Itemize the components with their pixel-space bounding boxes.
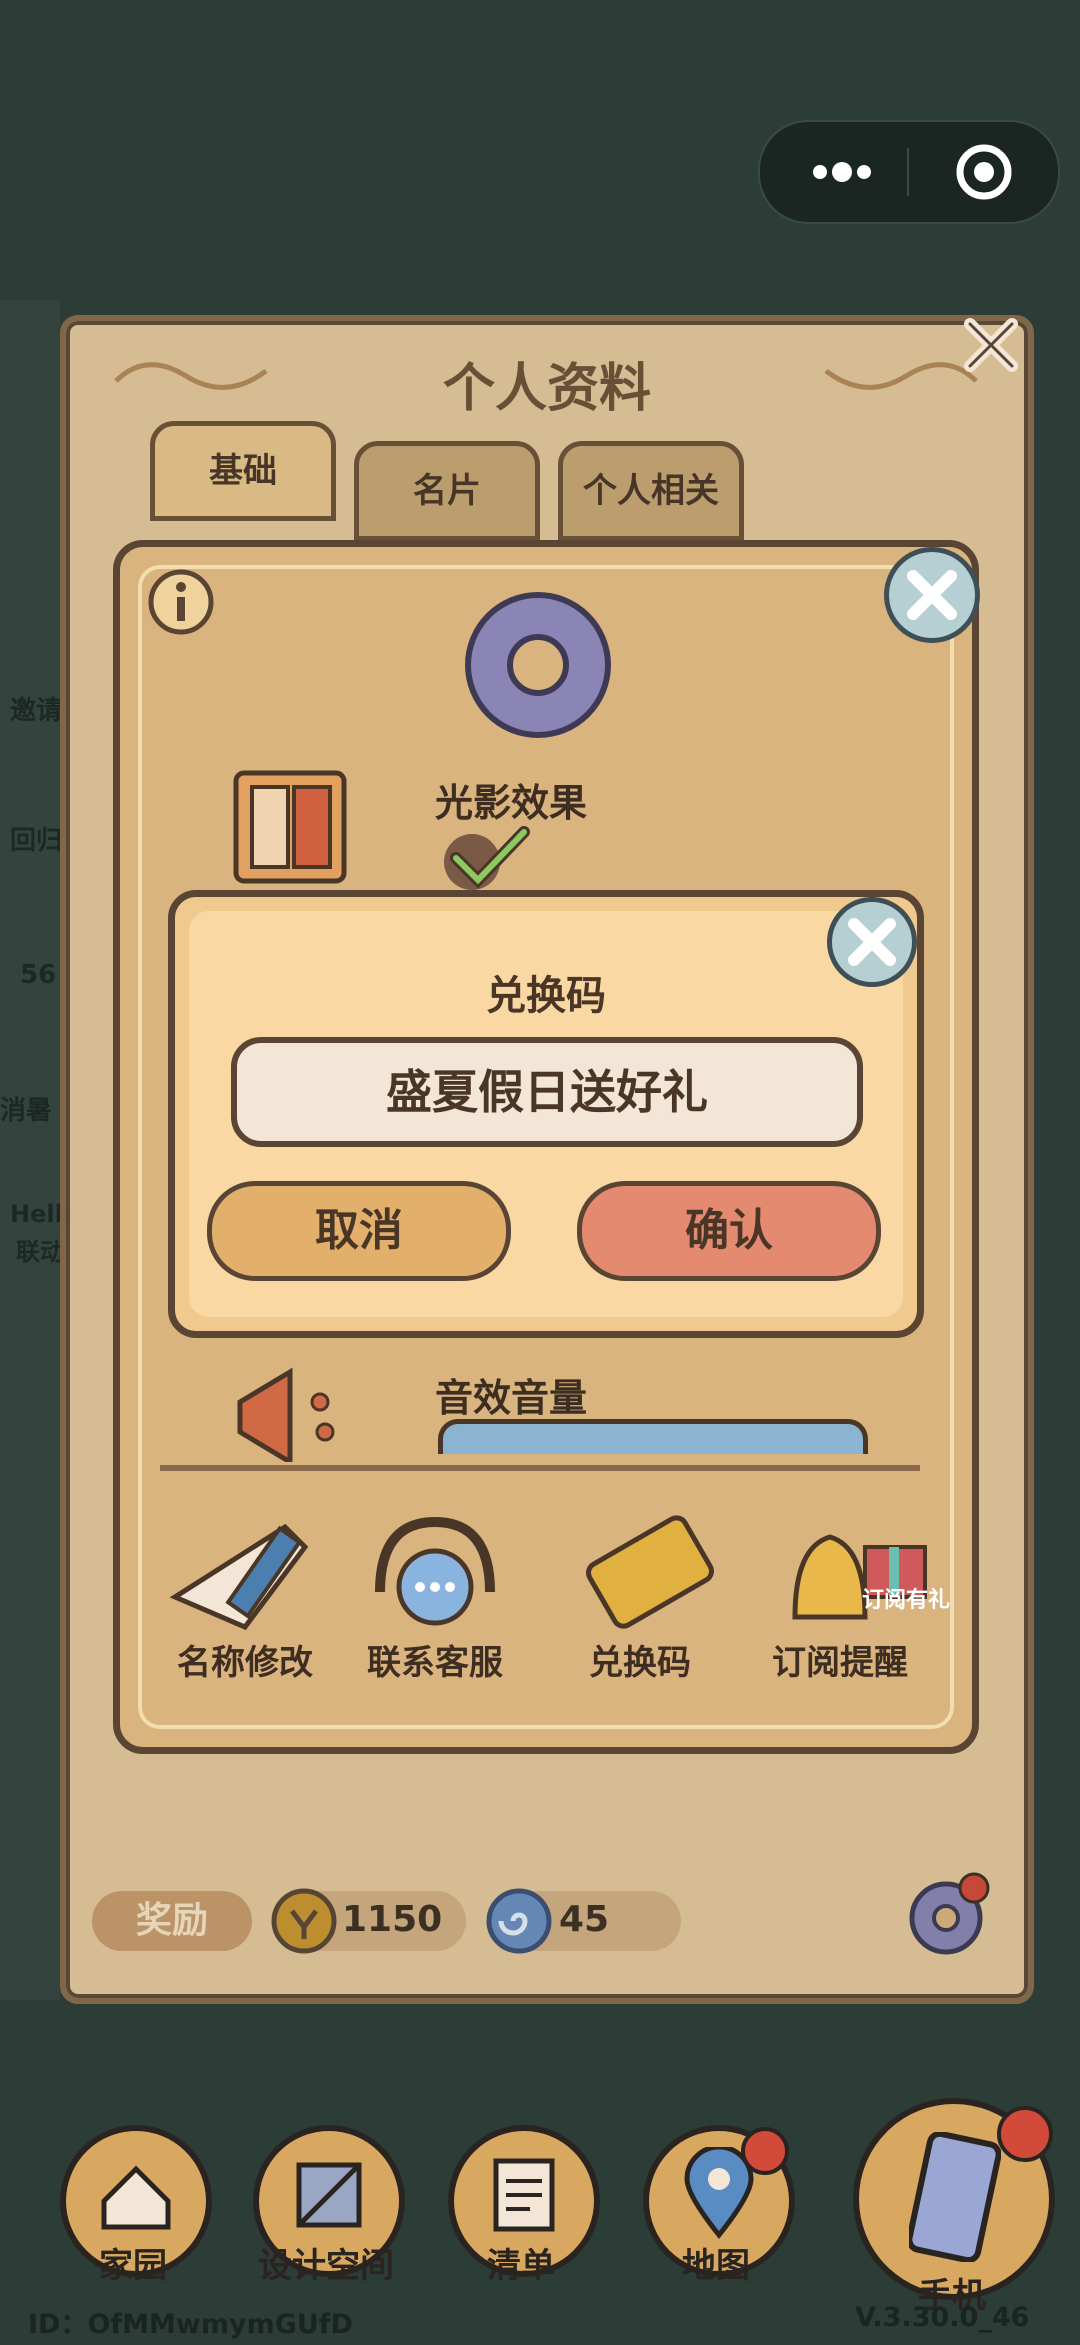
version-text: V.3.30.0_46 [855, 2302, 1030, 2333]
dialog-title: 兑换码 [486, 973, 606, 1019]
side-label: 联动 [16, 1238, 64, 1266]
close-icon [907, 570, 957, 620]
gear-icon [465, 592, 611, 738]
swirl-gem-icon [486, 1888, 552, 1954]
redeem-code-input[interactable]: 盛夏假日送好礼 [231, 1037, 863, 1147]
notification-dot [741, 2127, 789, 2175]
checkmark-icon[interactable] [440, 822, 532, 892]
house-icon [101, 2165, 171, 2230]
capsule-divider [907, 148, 909, 196]
phone-icon [909, 2132, 1001, 2262]
light-effect-label: 光影效果 [435, 781, 588, 825]
close-icon [848, 918, 896, 966]
bell-gift-icon [792, 1534, 927, 1620]
tab-basic[interactable]: 基础 [150, 421, 336, 521]
light-switch-icon [233, 770, 347, 884]
close-icon[interactable] [958, 312, 1024, 378]
mini-program-capsule [758, 120, 1060, 224]
coin-counter: 1150 [271, 1888, 466, 1954]
reward-label: 奖励 [92, 1891, 252, 1951]
background-left-area [0, 300, 60, 2000]
settings-close-button[interactable] [884, 547, 980, 643]
redeem-code-dialog: 兑换码 盛夏假日送好礼 取消 确认 [168, 890, 924, 1338]
ornament-left-icon [114, 362, 268, 390]
confirm-button[interactable]: 确认 [577, 1181, 881, 1281]
ticket-icon [586, 1515, 714, 1629]
nav-map-label: 地图 [682, 2246, 750, 2286]
tool-redeem-label[interactable]: 兑换码 [540, 1635, 740, 1684]
info-icon[interactable] [146, 567, 216, 637]
coin-icon [271, 1888, 337, 1954]
nav-design-label: 设计空间 [258, 2246, 394, 2286]
checklist-icon [493, 2158, 555, 2232]
nav-list-label: 清单 [487, 2246, 555, 2286]
tab-card[interactable]: 名片 [354, 441, 540, 541]
headset-support-icon [375, 1516, 495, 1626]
speaker-icon [237, 1367, 335, 1462]
side-label: 邀请 [10, 696, 63, 726]
pencil-edit-icon [169, 1523, 309, 1631]
nav-home-label: 家园 [99, 2246, 167, 2286]
gem-count: 45 [559, 1899, 610, 1940]
side-label: 56 [20, 960, 57, 990]
sound-volume-label: 音效音量 [435, 1376, 588, 1420]
tool-subscribe-label[interactable]: 订阅提醒 [740, 1635, 940, 1684]
more-dots-icon[interactable] [802, 150, 882, 194]
notification-dot [997, 2106, 1053, 2162]
coin-count: 1150 [342, 1899, 443, 1940]
sound-volume-slider[interactable] [438, 1419, 868, 1454]
gem-counter: 45 [486, 1888, 681, 1954]
cancel-button[interactable]: 取消 [207, 1181, 511, 1281]
subscribe-gift-badge: 订阅有礼 [862, 1588, 951, 1613]
tab-personal[interactable]: 个人相关 [558, 441, 744, 541]
side-label: 消暑 [0, 1096, 53, 1126]
user-id-text: ID：OfMMwmymGUfD [28, 2309, 353, 2340]
ruler-blueprint-icon [296, 2162, 362, 2228]
target-close-icon[interactable] [956, 144, 1012, 200]
side-label: 回归 [10, 826, 63, 856]
dialog-close-button[interactable] [827, 897, 917, 987]
gear-icon[interactable] [896, 1866, 996, 1966]
divider [160, 1465, 920, 1471]
tool-rename-label[interactable]: 名称修改 [145, 1635, 345, 1684]
tool-support-label[interactable]: 联系客服 [335, 1635, 535, 1684]
